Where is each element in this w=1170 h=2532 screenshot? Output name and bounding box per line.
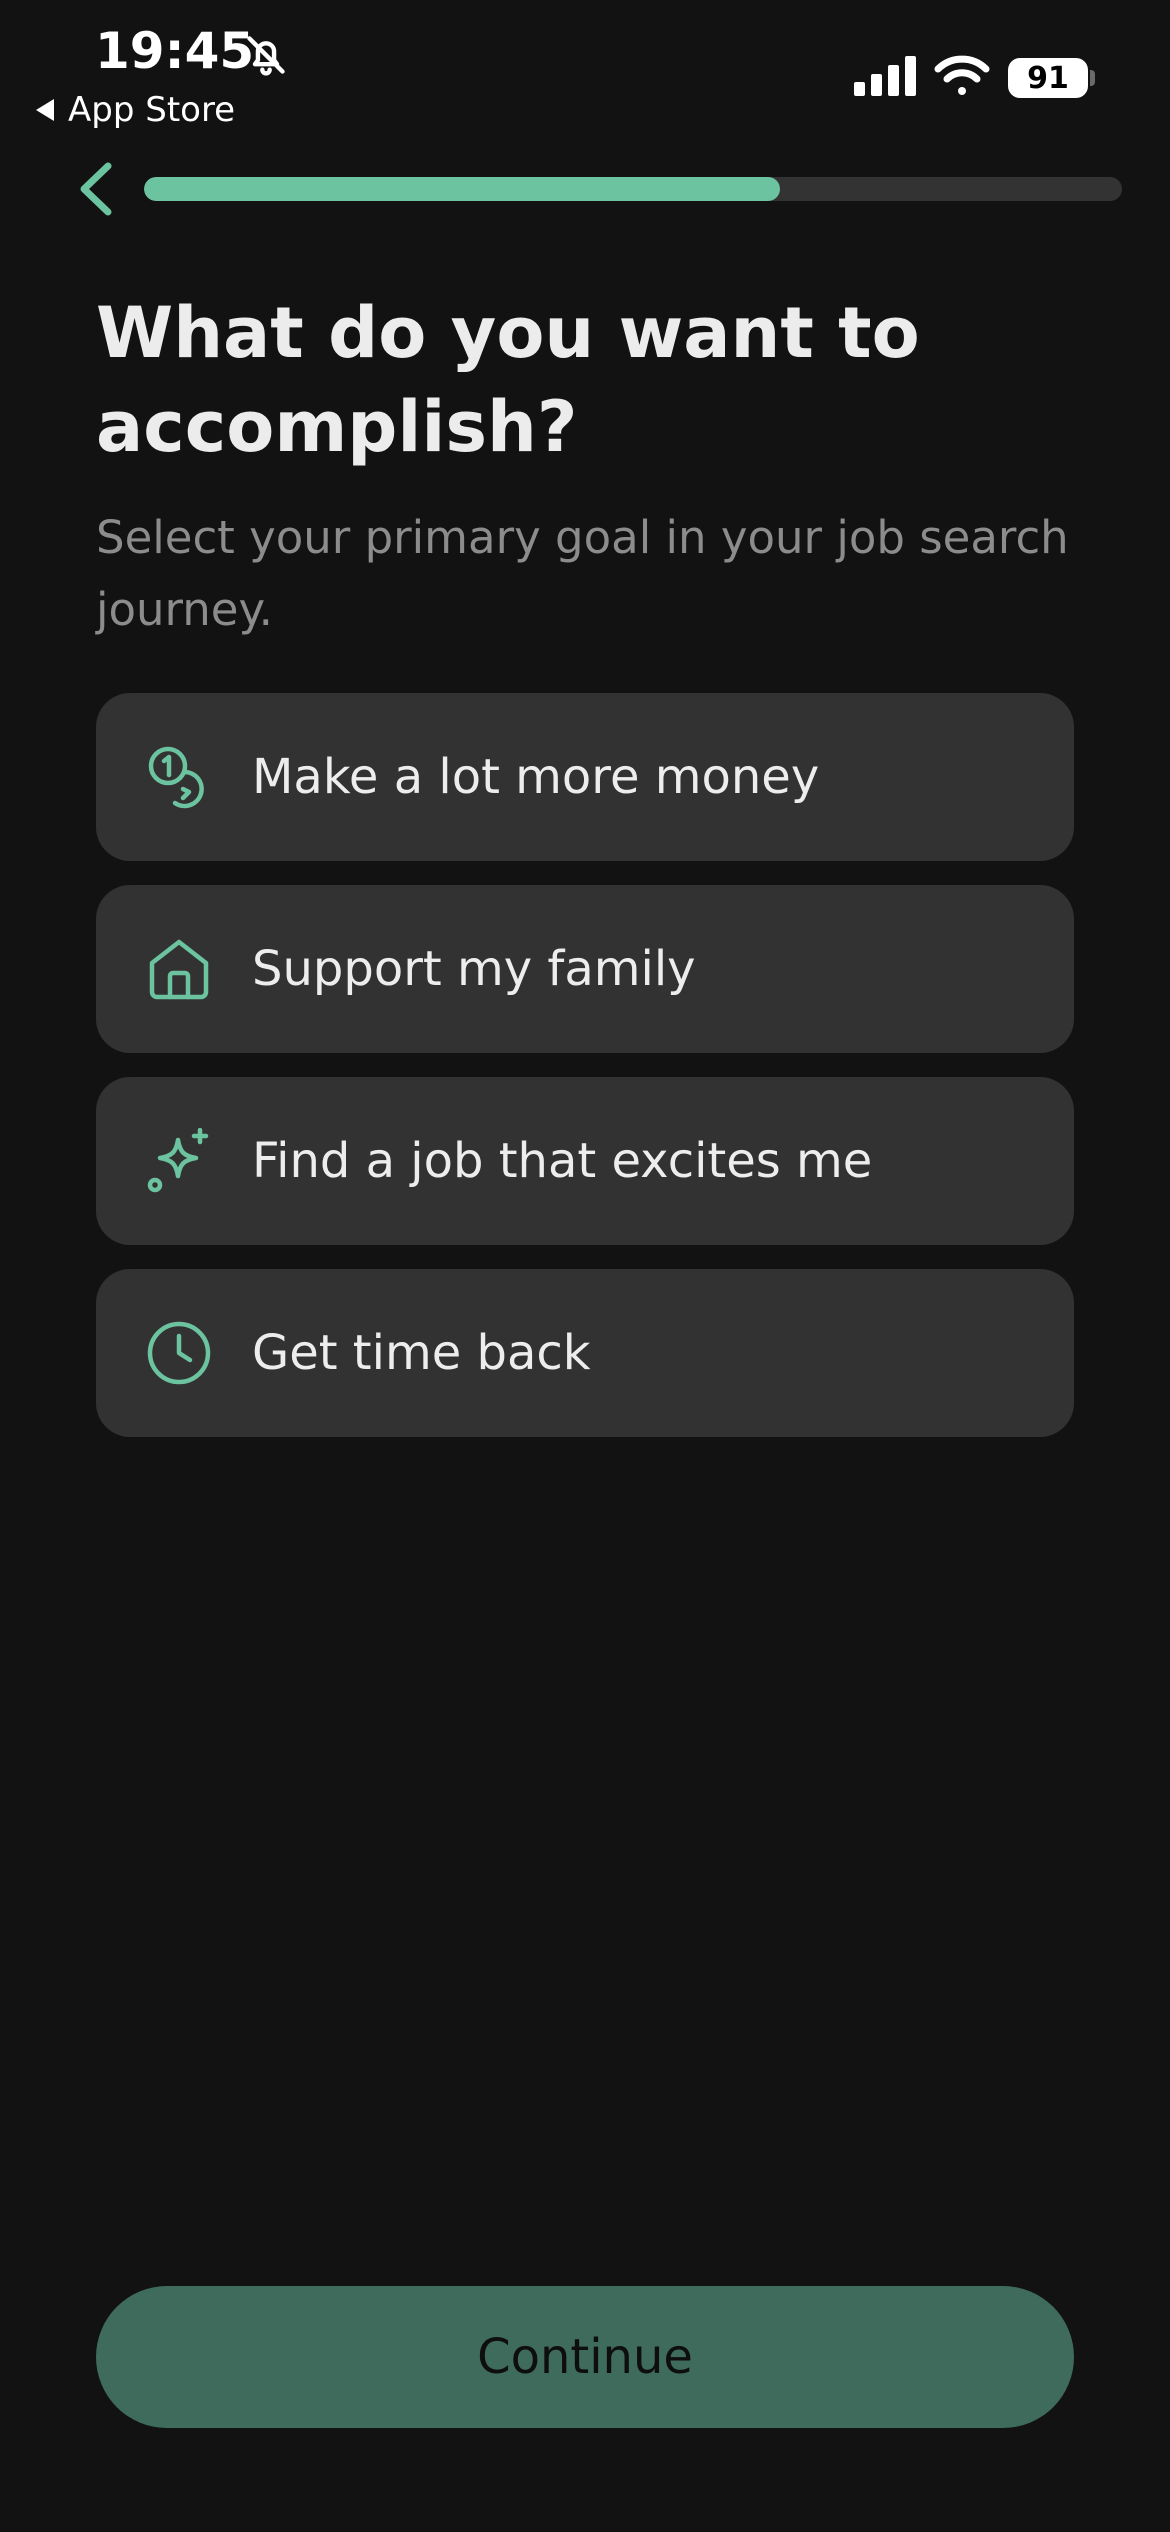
- home-icon: [149, 939, 209, 1000]
- option-label: Support my family: [252, 941, 696, 997]
- option-label: Find a job that excites me: [252, 1133, 873, 1189]
- bell-slash-icon: [247, 36, 285, 76]
- cellular-signal-icon: [854, 56, 916, 96]
- battery-nub: [1090, 70, 1095, 86]
- option-get-time-back[interactable]: Get time back: [96, 1269, 1074, 1437]
- option-exciting-job[interactable]: Find a job that excites me: [96, 1077, 1074, 1245]
- continue-button[interactable]: Continue: [96, 2286, 1074, 2428]
- option-label: Get time back: [252, 1325, 591, 1381]
- status-time: 19:45: [95, 22, 255, 80]
- back-to-app-label: App Store: [68, 90, 236, 130]
- option-support-family[interactable]: Support my family: [96, 885, 1074, 1053]
- option-label: Make a lot more money: [252, 749, 820, 805]
- back-triangle-icon: [36, 99, 54, 121]
- coins-icon: [148, 746, 204, 809]
- chevron-left-icon[interactable]: [72, 160, 122, 218]
- battery-icon: 91: [1008, 58, 1088, 98]
- progress-bar: [144, 177, 1122, 201]
- back-to-app-store[interactable]: App Store: [36, 90, 235, 130]
- clock-icon: [147, 1321, 211, 1385]
- progress-fill: [144, 177, 780, 201]
- page-subtitle: Select your primary goal in your job sea…: [96, 511, 1069, 636]
- wifi-icon: [934, 55, 990, 95]
- option-make-more-money[interactable]: Make a lot more money: [96, 693, 1074, 861]
- battery-level: 91: [1027, 60, 1069, 96]
- screen: 19:45 App Store 91 What do you want to a…: [0, 0, 1170, 2532]
- sparkle-icon: [147, 1128, 209, 1193]
- page-title: What do you want to accomplish?: [96, 292, 920, 468]
